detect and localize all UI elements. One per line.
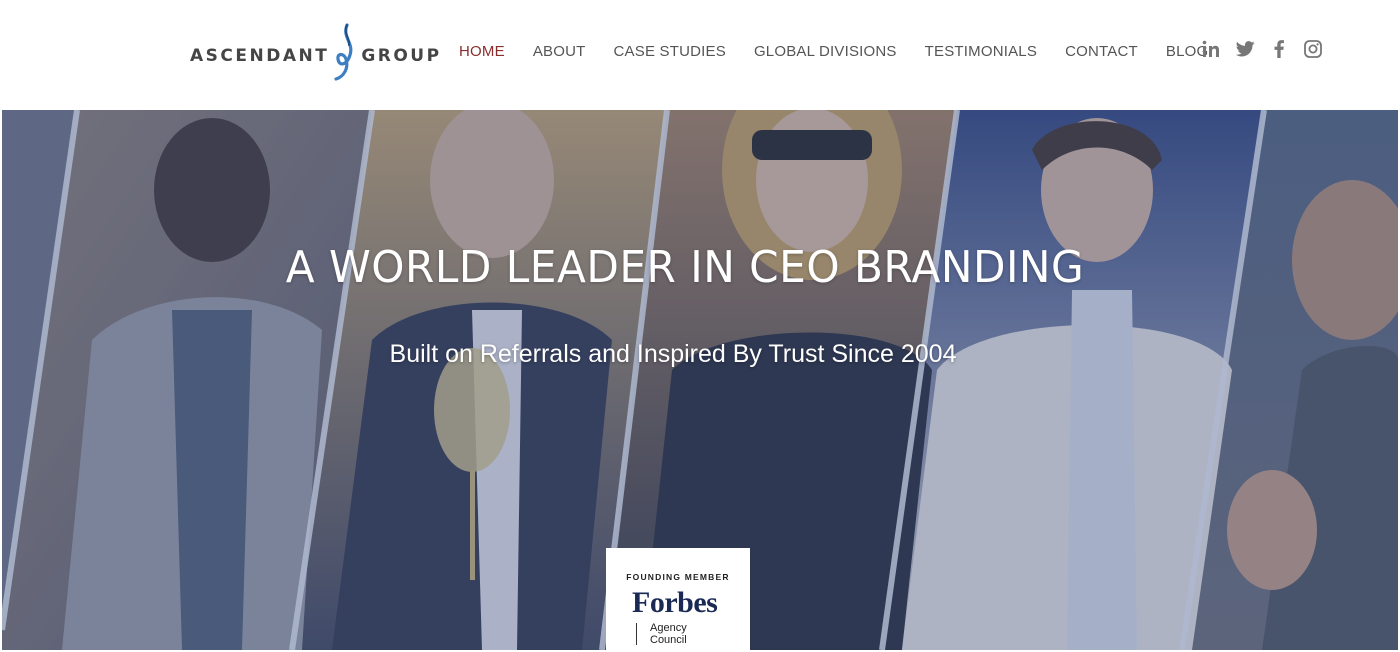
twitter-icon[interactable] xyxy=(1234,38,1256,60)
logo-mark-icon xyxy=(334,23,353,81)
hero-title: A WORLD LEADER IN CEO BRANDING xyxy=(285,242,1085,293)
nav-case-studies[interactable]: CASE STUDIES xyxy=(614,43,726,60)
linkedin-icon[interactable] xyxy=(1200,38,1222,60)
site-header: ASCENDANT GROUP HOME ABOUT CASE STUDIES … xyxy=(2,2,1398,110)
site-logo[interactable]: ASCENDANT GROUP xyxy=(190,23,442,81)
hero-subtitle: Built on Referrals and Inspired By Trust… xyxy=(389,340,957,368)
badge-sub-line1: Agency xyxy=(650,622,687,634)
forbes-agency-council-badge[interactable]: FOUNDING MEMBER Forbes Agency Council xyxy=(606,548,750,650)
badge-forbes-wordmark: Forbes xyxy=(632,586,718,619)
social-links xyxy=(1200,38,1336,60)
nav-contact[interactable]: CONTACT xyxy=(1065,43,1138,60)
facebook-icon[interactable] xyxy=(1268,38,1290,60)
nav-testimonials[interactable]: TESTIMONIALS xyxy=(925,43,1037,60)
hero-banner: A WORLD LEADER IN CEO BRANDING Built on … xyxy=(2,110,1398,650)
logo-text-left: ASCENDANT xyxy=(190,46,330,66)
nav-global-divisions[interactable]: GLOBAL DIVISIONS xyxy=(754,43,897,60)
logo-text-right: GROUP xyxy=(361,46,442,66)
browser-viewport: ASCENDANT GROUP HOME ABOUT CASE STUDIES … xyxy=(2,2,1398,650)
badge-sub-line2: Council xyxy=(650,634,687,646)
main-nav: HOME ABOUT CASE STUDIES GLOBAL DIVISIONS… xyxy=(459,43,1236,60)
badge-divider xyxy=(636,623,637,645)
nav-about[interactable]: ABOUT xyxy=(533,43,586,60)
instagram-icon[interactable] xyxy=(1302,38,1324,60)
badge-founding-member: FOUNDING MEMBER xyxy=(626,572,730,582)
nav-home[interactable]: HOME xyxy=(459,43,505,60)
badge-subtitle: Agency Council xyxy=(650,622,730,646)
